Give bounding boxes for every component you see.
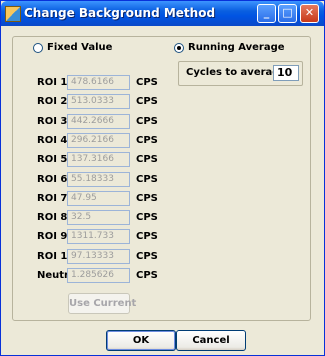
roi-value-field[interactable]: 513.0333 [67,94,130,109]
fixed-value-radio[interactable]: Fixed Value [33,42,112,53]
cycles-input[interactable]: 10 [273,65,299,81]
roi-unit: CPS [136,212,158,223]
minimize-button[interactable]: _ [257,4,276,23]
maximize-button[interactable]: □ [278,4,297,23]
close-button[interactable]: ✕ [300,4,319,23]
app-icon [5,6,21,22]
roi-unit: CPS [136,154,158,165]
roi-value-field[interactable]: 442.2666 [67,114,130,129]
roi-unit: CPS [136,77,158,88]
radio-checked-icon [174,42,184,53]
window-title: Change Background Method [24,6,216,20]
use-current-button[interactable]: Use Current [68,293,136,314]
roi-value-field[interactable]: 1311.733 [67,229,130,244]
ok-button[interactable]: OK [106,330,176,351]
roi-value-field[interactable]: 47.95 [67,191,130,206]
minimize-icon: _ [263,6,270,19]
close-icon: ✕ [304,6,315,19]
roi-unit: CPS [136,174,158,185]
roi-value-field[interactable]: 137.3166 [67,152,130,167]
roi-unit: CPS [136,270,158,281]
roi-unit: CPS [136,135,158,146]
roi-unit: CPS [136,251,158,262]
roi-value-field[interactable]: 55.18333 [67,172,130,187]
roi-unit: CPS [136,231,158,242]
roi-value-field[interactable]: 97.13333 [67,249,130,264]
radio-unchecked-icon [33,42,43,53]
roi-value-field[interactable]: 1.285626 [67,268,130,283]
roi-value-field[interactable]: 296.2166 [67,133,130,148]
running-average-label: Running Average [188,42,285,53]
fixed-value-label: Fixed Value [47,42,113,53]
roi-value-field[interactable]: 478.6166 [67,75,130,90]
roi-unit: CPS [136,96,158,107]
roi-label: ROI 1 [37,77,68,88]
maximize-icon: □ [282,6,293,19]
cancel-button[interactable]: Cancel [176,330,246,351]
running-average-radio[interactable]: Running Average [174,42,285,53]
roi-unit: CPS [136,193,158,204]
roi-unit: CPS [136,116,158,127]
roi-value-field[interactable]: 32.5 [67,210,130,225]
title-bar[interactable]: Change Background Method _ □ ✕ [1,1,324,26]
